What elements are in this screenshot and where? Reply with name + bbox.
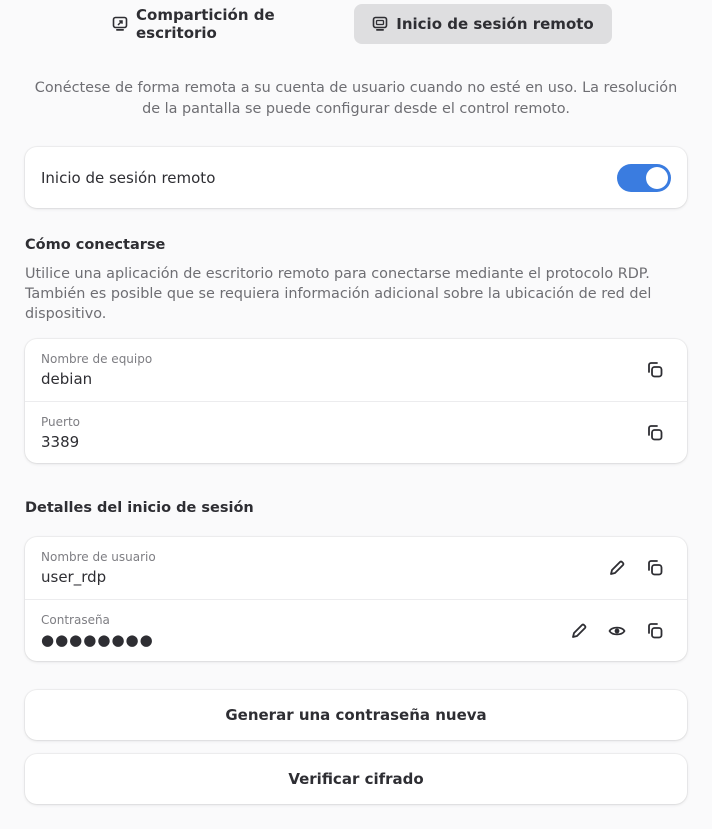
password-value: ●●●●●●●● xyxy=(41,630,154,649)
port-row: Puerto 3389 xyxy=(25,401,687,463)
hostname-row: Nombre de equipo debian xyxy=(25,339,687,401)
how-to-connect-title: Cómo conectarse xyxy=(25,237,166,253)
port-value: 3389 xyxy=(41,432,80,451)
login-details-card: Nombre de usuario user_rdp Contraseña ●●… xyxy=(25,537,687,661)
tab-remote-login[interactable]: Inicio de sesión remoto xyxy=(354,4,612,44)
tab-remote-login-label: Inicio de sesión remoto xyxy=(396,15,594,33)
edit-icon[interactable] xyxy=(569,621,589,641)
desktop-share-icon xyxy=(112,16,128,32)
password-label: Contraseña xyxy=(41,612,110,627)
generate-password-button[interactable]: Generar una contraseña nueva xyxy=(25,690,687,740)
port-label: Puerto xyxy=(41,414,80,429)
edit-icon[interactable] xyxy=(607,558,627,578)
username-label: Nombre de usuario xyxy=(41,550,156,564)
how-to-connect-description: Utilice una aplicación de escritorio rem… xyxy=(25,266,652,322)
username-row: Nombre de usuario user_rdp xyxy=(25,537,687,599)
verify-encryption-button[interactable]: Verificar cifrado xyxy=(25,754,687,804)
switch-knob xyxy=(646,167,668,189)
copy-icon[interactable] xyxy=(645,360,665,380)
copy-icon[interactable] xyxy=(645,621,665,641)
remote-desktop-panel: Compartición de escritorio Inicio de ses… xyxy=(0,0,712,829)
tab-desktop-sharing[interactable]: Compartición de escritorio xyxy=(96,4,354,44)
remote-login-label: Inicio de sesión remoto xyxy=(41,168,216,187)
view-switcher: Compartición de escritorio Inicio de ses… xyxy=(96,4,612,44)
remote-login-switch[interactable] xyxy=(617,164,671,192)
login-details-title: Detalles del inicio de sesión xyxy=(25,500,254,516)
hostname-label: Nombre de equipo xyxy=(41,352,153,366)
copy-icon[interactable] xyxy=(645,423,665,443)
remote-login-icon xyxy=(372,16,388,32)
username-value: user_rdp xyxy=(41,568,107,586)
copy-icon[interactable] xyxy=(645,558,665,578)
password-row: Contraseña ●●●●●●●● xyxy=(25,599,687,661)
hostname-value: debian xyxy=(41,370,93,388)
connection-info-card: Nombre de equipo debian Puerto 3389 xyxy=(25,339,687,463)
tab-desktop-sharing-label: Compartición de escritorio xyxy=(136,6,275,42)
intro-description: Conéctese de forma remota a su cuenta de… xyxy=(34,80,678,117)
remote-login-card: Inicio de sesión remoto xyxy=(25,147,687,208)
remote-login-row[interactable]: Inicio de sesión remoto xyxy=(25,147,687,208)
show-password-icon[interactable] xyxy=(607,621,627,641)
